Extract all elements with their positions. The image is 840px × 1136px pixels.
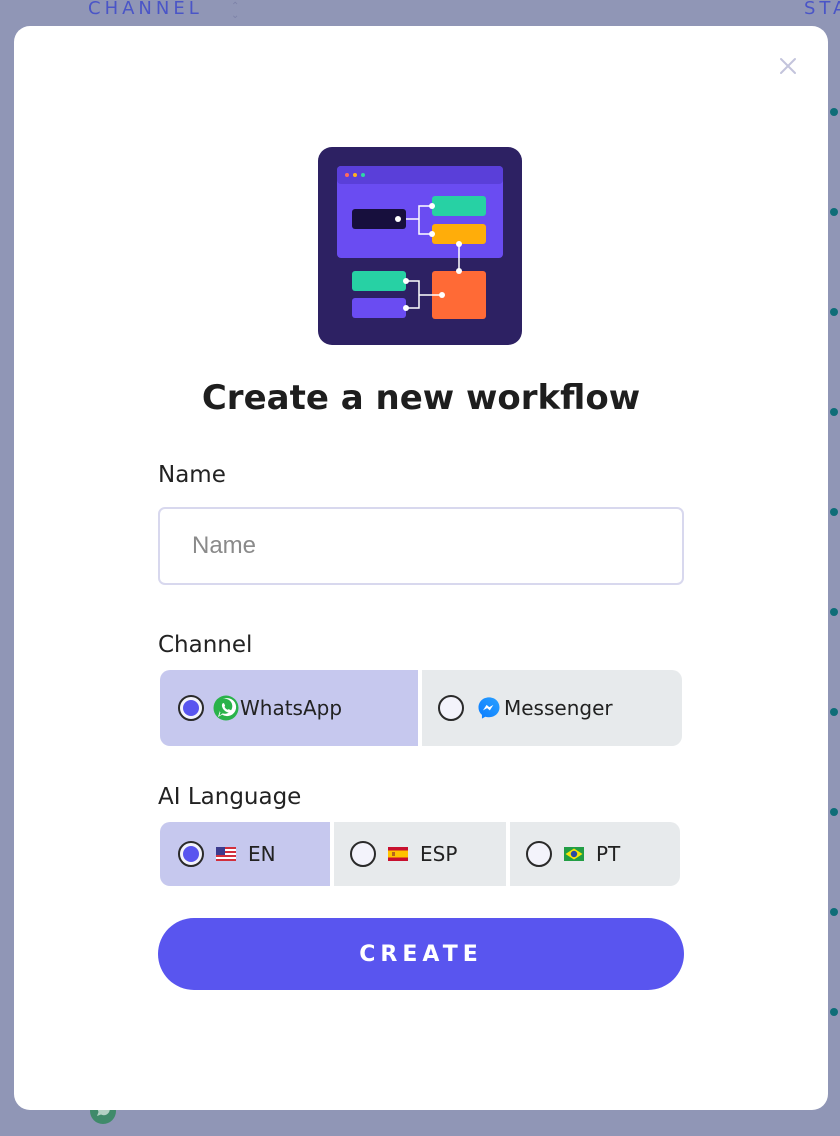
spain-flag-icon [388, 847, 408, 861]
language-option-pt[interactable]: PT [510, 822, 680, 886]
channel-option-label: WhatsApp [240, 696, 343, 720]
status-dot [830, 1008, 838, 1016]
pt-radio[interactable] [526, 841, 552, 867]
status-column-header[interactable]: STA [804, 0, 840, 19]
status-dot [830, 908, 838, 916]
channel-option-label: Messenger [504, 696, 613, 720]
channel-option-messenger[interactable]: Messenger [422, 670, 682, 746]
channel-column-header[interactable]: CHANNEL [88, 0, 203, 19]
status-dot [830, 108, 838, 116]
status-dot [830, 208, 838, 216]
channel-option-whatsapp[interactable]: WhatsApp [160, 670, 418, 746]
whatsapp-icon [213, 695, 239, 721]
esp-radio[interactable] [350, 841, 376, 867]
status-dot [830, 308, 838, 316]
create-workflow-modal: Create a new workflow Name Channel Whats… [14, 26, 828, 1110]
status-dot [830, 508, 838, 516]
status-dot [830, 708, 838, 716]
status-dot [830, 808, 838, 816]
close-button[interactable] [778, 56, 798, 76]
close-icon [780, 58, 796, 74]
language-option-esp[interactable]: ESP [334, 822, 506, 886]
sort-icon[interactable]: ⌃ ⌄ [231, 2, 239, 21]
whatsapp-radio[interactable] [178, 695, 204, 721]
language-option-label: ESP [420, 842, 458, 866]
en-radio[interactable] [178, 841, 204, 867]
brazil-flag-icon [564, 847, 584, 861]
name-input[interactable] [158, 507, 684, 585]
ai-language-label: AI Language [158, 784, 302, 810]
create-button[interactable]: CREATE [158, 918, 684, 990]
messenger-radio[interactable] [438, 695, 464, 721]
language-option-en[interactable]: EN [160, 822, 330, 886]
modal-title: Create a new workflow [201, 378, 641, 418]
messenger-icon [478, 697, 500, 719]
channel-options: WhatsApp Messenger [160, 670, 682, 746]
workflow-illustration [318, 147, 522, 345]
name-label: Name [158, 462, 226, 488]
language-option-label: EN [248, 842, 276, 866]
channel-label: Channel [158, 632, 253, 658]
status-dot [830, 408, 838, 416]
language-option-label: PT [596, 842, 621, 866]
background-table-header: CHANNEL ⌃⌄ STA [0, 0, 840, 26]
status-dot [830, 608, 838, 616]
us-flag-icon [216, 847, 236, 861]
ai-language-options: EN ESP PT [160, 822, 680, 886]
